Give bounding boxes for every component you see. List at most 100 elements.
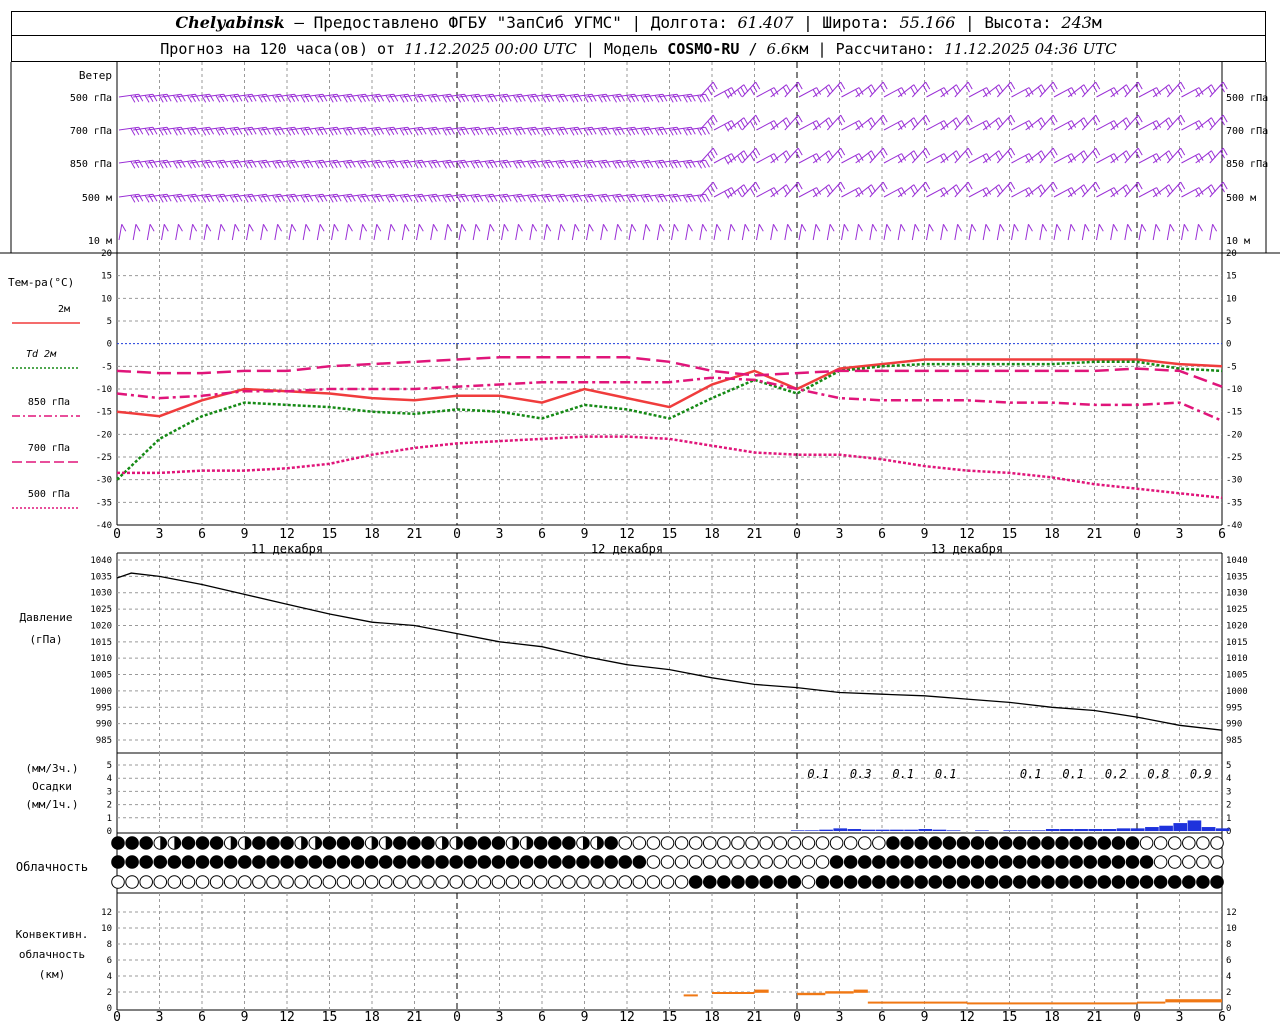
wind-barb	[1152, 184, 1174, 198]
wind-barb	[472, 223, 481, 241]
wind-barb	[1081, 81, 1101, 98]
conv-tick-left: 10	[101, 924, 112, 934]
wind-barb	[855, 150, 876, 164]
cloud-cover-symbol	[646, 855, 661, 869]
cloud-cover-symbol	[223, 836, 238, 850]
cloud-cover-symbol	[646, 875, 661, 889]
cloud-cover-symbol	[547, 855, 562, 869]
cloud-cover-symbol	[111, 855, 125, 869]
wind-barb	[1081, 181, 1101, 198]
wind-barb	[1124, 114, 1143, 131]
cloud-cover-symbol	[449, 855, 463, 869]
wind-barb	[855, 117, 876, 131]
temp-tick-right: -15	[1226, 408, 1242, 418]
cloud-cover-symbol	[632, 875, 647, 889]
cloud-cover-symbol	[942, 875, 957, 889]
cloud-cover-symbol	[322, 855, 337, 869]
temp-tick-right: 10	[1226, 294, 1237, 304]
cloud-cover-symbol	[111, 875, 125, 889]
hour-tick-label: 21	[407, 527, 423, 542]
precip-bar	[875, 829, 890, 831]
wind-barb	[274, 223, 283, 241]
wind-barb	[713, 153, 737, 165]
wind-barb	[826, 223, 835, 241]
cloud-cover-symbol	[984, 875, 999, 889]
wind-barb	[345, 223, 353, 241]
precip-tick-left: 0	[107, 827, 112, 837]
cloud-cover-symbol	[1125, 875, 1140, 889]
cloud-cover-symbol	[294, 875, 308, 889]
cloud-cover-symbol	[956, 855, 971, 869]
hour-tick-label-bottom: 3	[836, 1010, 844, 1024]
cloud-cover-symbol	[195, 875, 210, 889]
cloud-cover-symbol	[604, 855, 618, 869]
wind-barb	[869, 81, 888, 98]
date-label: 11 декабря	[251, 542, 323, 556]
hour-tick-label: 15	[662, 527, 678, 542]
cloud-cover-symbol	[646, 836, 661, 850]
cloud-cover-symbol	[590, 875, 604, 889]
wind-barb	[911, 114, 931, 131]
precip-bar	[833, 828, 848, 831]
precip-tick-right: 3	[1226, 787, 1231, 797]
cloud-cover-symbol	[857, 855, 872, 869]
cloud-cover-symbol	[139, 875, 153, 889]
pressure-tick-right: 1015	[1226, 638, 1248, 648]
wind-barb	[1039, 81, 1058, 98]
temp-tick-left: 0	[107, 340, 112, 350]
convective-bar	[967, 1002, 1137, 1005]
cloud-cover-symbol	[801, 875, 816, 889]
hour-tick-label: 0	[113, 527, 121, 542]
wind-barb	[444, 223, 453, 241]
hour-tick-label: 18	[364, 527, 380, 542]
precip-bar	[1130, 828, 1145, 831]
wind-barb	[926, 223, 934, 241]
cloud-cover-symbol	[393, 855, 407, 869]
cloud-cover-symbol	[1210, 836, 1224, 850]
cloud-cover-symbol	[1083, 836, 1098, 850]
pressure-tick-right: 990	[1226, 720, 1242, 730]
hour-tick-label-bottom: 9	[581, 1010, 589, 1024]
cloud-cover-symbol	[407, 855, 421, 869]
wind-barb	[1152, 84, 1174, 98]
hour-tick-label-bottom: 12	[619, 1010, 635, 1024]
hour-tick-label-bottom: 18	[1044, 1010, 1060, 1024]
temp-tick-right: -40	[1226, 521, 1242, 531]
precip-tick-left: 3	[107, 787, 112, 797]
hour-tick-label: 0	[793, 527, 801, 542]
wind-barb	[161, 223, 169, 241]
cloud-cover-symbol	[266, 836, 280, 850]
cloud-cover-symbol	[970, 836, 985, 850]
convective-bar	[683, 994, 698, 997]
wind-barb	[897, 184, 919, 198]
precip-tick-left: 4	[107, 774, 112, 784]
wind-barb	[812, 150, 834, 164]
wind-barb	[316, 223, 325, 241]
wind-barb	[770, 84, 791, 98]
wind-barb	[741, 81, 761, 98]
precip-bar	[1145, 827, 1159, 831]
cloud-cover-symbol	[1027, 855, 1041, 869]
cloud-cover-symbol	[463, 875, 478, 889]
cloud-cover-symbol	[378, 875, 393, 889]
wind-level-label-right: 10 м	[1226, 236, 1250, 247]
cloud-cover-symbol	[378, 855, 393, 869]
hour-tick-label: 3	[836, 527, 844, 542]
cloud-cover-symbol	[1196, 855, 1210, 869]
cloud-cover-symbol	[815, 836, 830, 850]
conv-panel-title: Конвективн.	[16, 928, 89, 941]
cloud-cover-symbol	[1097, 836, 1112, 850]
cloud-cover-symbol	[942, 836, 957, 850]
cloud-cover-symbol	[209, 836, 224, 850]
wind-barb	[784, 223, 793, 241]
cloud-cover-symbol	[576, 836, 590, 850]
cloud-cover-symbol	[533, 836, 548, 850]
wind-barb	[1110, 150, 1131, 164]
hour-tick-label-bottom: 18	[364, 1010, 380, 1024]
cloud-cover-symbol	[1111, 855, 1126, 869]
precip-bar	[1173, 823, 1188, 831]
cloud-cover-symbol	[787, 855, 802, 869]
hour-tick-label: 3	[496, 527, 504, 542]
cloud-cover-symbol	[252, 875, 266, 889]
cloud-cover-symbol	[294, 855, 308, 869]
